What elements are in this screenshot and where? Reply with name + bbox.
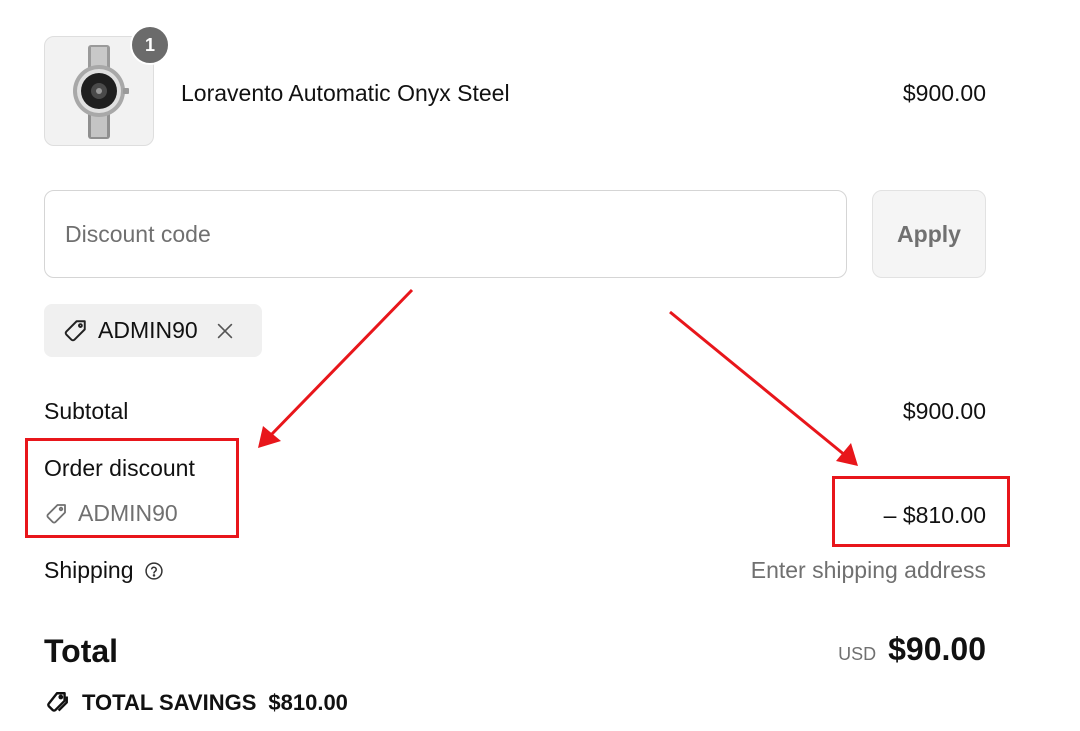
applied-discount-chip: ADMIN90	[44, 304, 262, 357]
shipping-row-label: Shipping	[44, 557, 164, 584]
total-label: Total	[44, 633, 119, 669]
watch-image	[73, 45, 129, 139]
annotation-box-order-discount	[25, 438, 239, 538]
shipping-label: Shipping	[44, 557, 134, 583]
total-savings: TOTAL SAVINGS $810.00	[44, 690, 348, 716]
total-currency: USD	[838, 644, 877, 664]
discount-code-input[interactable]	[44, 190, 847, 278]
annotation-arrows	[258, 288, 858, 466]
annotation-arrow-left	[268, 288, 414, 438]
annotation-arrowhead-right	[836, 443, 858, 466]
subtotal-value: $900.00	[902, 398, 986, 424]
product-name: Loravento Automatic Onyx Steel	[181, 80, 510, 106]
annotation-box-discount-value	[832, 476, 1010, 547]
quantity-badge: 1	[130, 25, 170, 65]
applied-discount-code: ADMIN90	[98, 317, 198, 343]
total-savings-label: TOTAL SAVINGS	[82, 690, 257, 715]
checkout-order-summary: 1 Loravento Automatic Onyx Steel $900.00…	[0, 0, 1080, 731]
annotation-arrow-right	[669, 310, 847, 458]
close-icon[interactable]	[214, 320, 236, 342]
subtotal-label: Subtotal	[44, 398, 129, 424]
annotation-arrowhead-left	[258, 426, 281, 448]
product-price: $900.00	[902, 80, 986, 106]
total-savings-amount: $810.00	[268, 690, 348, 715]
tags-icon	[44, 690, 70, 716]
shipping-value: Enter shipping address	[750, 557, 986, 583]
total-value: USD $90.00	[838, 631, 986, 668]
help-circle-icon[interactable]	[144, 561, 164, 581]
total-amount: $90.00	[888, 631, 986, 667]
tag-icon	[62, 318, 88, 344]
apply-button[interactable]: Apply	[872, 190, 986, 278]
